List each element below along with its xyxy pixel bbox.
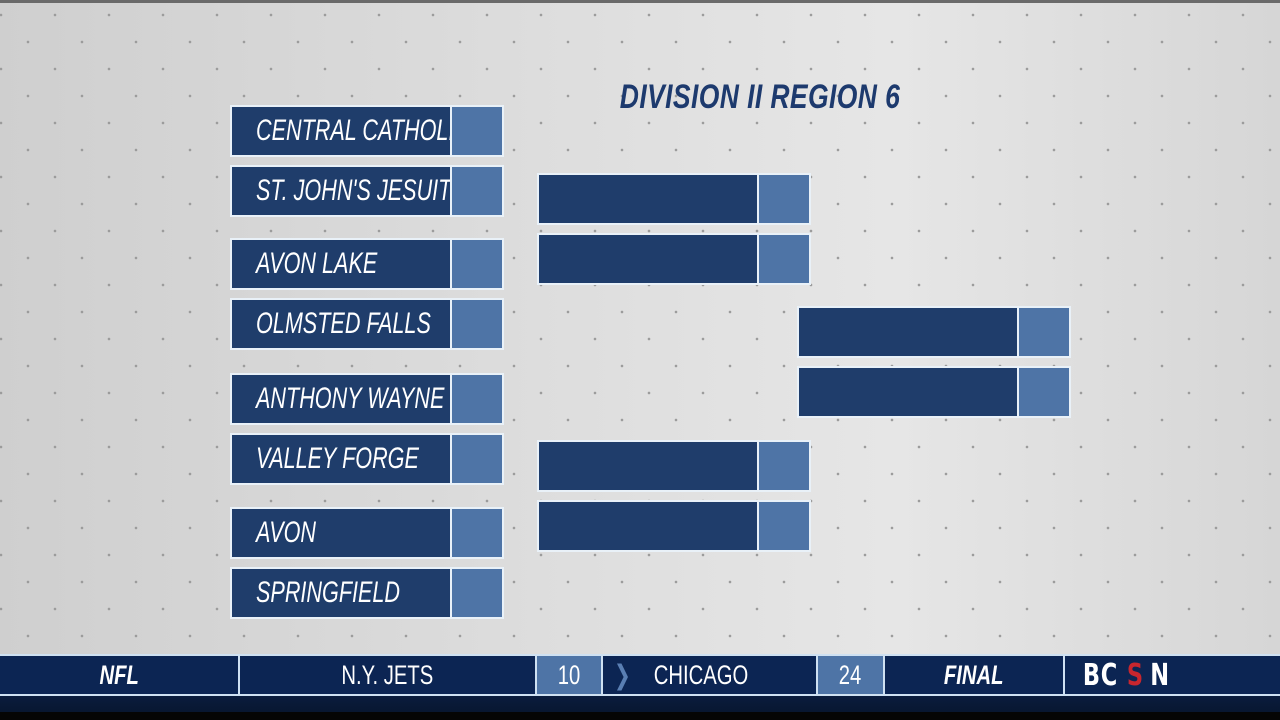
bracket-slot-r1-8: SPRINGFIELD [230,567,504,619]
team-score [452,373,504,425]
bracket-slot-r1-4: OLMSTED FALLS [230,298,504,350]
team-score [452,433,504,485]
team-name: CENTRAL CATHOLIC [230,105,452,157]
bracket-slot-r2-1 [537,173,811,225]
team-score [759,173,811,225]
bracket-slot-r3-2 [797,366,1071,418]
screen-bottom-edge [0,712,1280,720]
bcsn-logo: BC S N [1082,657,1170,693]
bracket-slot-r1-6: VALLEY FORGE [230,433,504,485]
team-score [452,165,504,217]
team-score [1019,366,1071,418]
bracket-slot-r1-1: CENTRAL CATHOLIC [230,105,504,157]
ticker-league: NFL [0,656,240,694]
team-name [537,233,759,285]
team-score [452,507,504,559]
team-score [759,233,811,285]
ticker-status: FINAL [885,656,1065,694]
bracket-slot-r2-2 [537,233,811,285]
team-name: OLMSTED FALLS [230,298,452,350]
team-name [537,500,759,552]
team-name: SPRINGFIELD [230,567,452,619]
bracket-slot-r1-5: ANTHONY WAYNE [230,373,504,425]
team-name [537,173,759,225]
bracket-title: DIVISION II REGION 6 [619,78,901,116]
team-name: ST. JOHN'S JESUIT [230,165,452,217]
bracket-slot-r3-1 [797,306,1071,358]
ticker-away-team: N.Y. JETS [240,656,537,694]
network-logo: BC S N [1065,656,1280,694]
team-name: ANTHONY WAYNE [230,373,452,425]
bracket-slot-r1-7: AVON [230,507,504,559]
score-ticker: NFL N.Y. JETS 10 ❯ CHICAGO 24 FINAL BC S N [0,654,1280,696]
team-score [452,238,504,290]
team-name: AVON LAKE [230,238,452,290]
top-border [0,0,1280,3]
ticker-away-score: 10 [537,656,603,694]
chevron-right-icon: ❯ [613,659,631,690]
ticker-home-score: 24 [818,656,885,694]
team-score [1019,306,1071,358]
bracket-slot-r2-3 [537,440,811,492]
ticker-home-team: ❯ CHICAGO [603,656,818,694]
team-name: VALLEY FORGE [230,433,452,485]
team-score [759,440,811,492]
team-name [797,366,1019,418]
bracket-slot-r1-3: AVON LAKE [230,238,504,290]
team-name: AVON [230,507,452,559]
team-name [797,306,1019,358]
bracket-slot-r1-2: ST. JOHN'S JESUIT [230,165,504,217]
team-score [759,500,811,552]
team-score [452,298,504,350]
team-score [452,567,504,619]
team-name [537,440,759,492]
team-score [452,105,504,157]
bracket-slot-r2-4 [537,500,811,552]
